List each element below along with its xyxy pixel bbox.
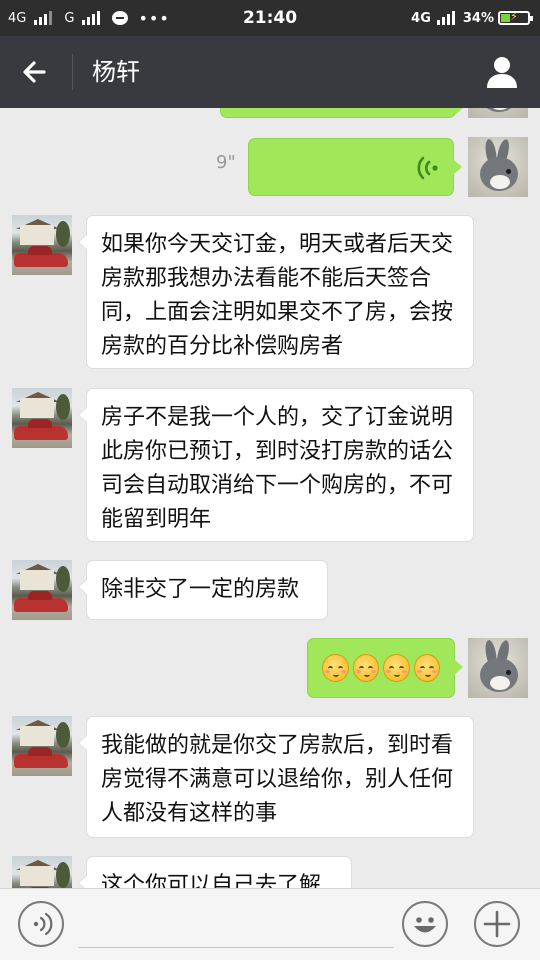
- person-icon: [487, 57, 517, 88]
- message-text: 房子不是我一个人的，交了订金说明此房你已预订，到时没打房款的话公司会自动取消给下…: [101, 405, 454, 532]
- profile-button[interactable]: [480, 50, 524, 94]
- blushing-face-icon: [413, 654, 440, 682]
- message-bubble-received[interactable]: 我能做的就是你交了房款后，到时看房觉得不满意可以退给你，别人任何人都没有这样的事: [78, 716, 474, 838]
- emoji-row: [322, 651, 440, 685]
- blushing-face-icon: [352, 654, 379, 682]
- message-bubble-received[interactable]: 这个你可以自己去了解: [78, 856, 352, 888]
- signal-icon-3: [436, 11, 455, 25]
- contact-avatar[interactable]: [12, 716, 72, 776]
- message-text: 除非交了一定的房款: [101, 577, 300, 602]
- my-avatar[interactable]: [468, 137, 528, 197]
- voice-message-bubble[interactable]: [248, 138, 462, 196]
- contact-avatar[interactable]: [12, 856, 72, 888]
- network-label-right: 4G: [411, 10, 431, 26]
- message-text: 这个你可以自己去了解: [101, 873, 322, 888]
- voice-input-button[interactable]: [18, 901, 64, 947]
- header-divider: [72, 54, 73, 90]
- my-avatar[interactable]: [468, 108, 528, 118]
- status-right-group: 4G 34% ⚡: [411, 0, 533, 36]
- battery-percent: 34%: [462, 10, 494, 26]
- contact-avatar[interactable]: [12, 388, 72, 448]
- chat-header: 杨轩: [0, 36, 540, 108]
- message-input[interactable]: [78, 903, 394, 948]
- message-bubble-received[interactable]: 房子不是我一个人的，交了订金说明此房你已预订，到时没打房款的话公司会自动取消给下…: [78, 388, 474, 542]
- smiley-icon: [414, 917, 436, 933]
- message-text: 如果你今天交订金，明天或者后天交房款那我想办法看能不能后天签合同，上面会注明如果…: [101, 232, 454, 359]
- voice-wave-icon: [417, 156, 438, 180]
- more-functions-button[interactable]: [474, 901, 520, 947]
- emoji-button[interactable]: [402, 901, 448, 947]
- voice-wave-icon: [33, 912, 53, 936]
- back-button[interactable]: [14, 50, 58, 94]
- message-bubble-sent[interactable]: [220, 108, 464, 118]
- plus-icon: [483, 910, 511, 938]
- contact-avatar[interactable]: [12, 560, 72, 620]
- blushing-face-icon: [322, 654, 349, 682]
- status-bar: 4G G ••• 21:40 4G 34% ⚡: [0, 0, 540, 36]
- input-bar: [0, 888, 540, 960]
- message-text: 我能做的就是你交了房款后，到时看房觉得不满意可以退给你，别人任何人都没有这样的事: [101, 733, 454, 826]
- message-bubble-received[interactable]: 如果你今天交订金，明天或者后天交房款那我想办法看能不能后天签合同，上面会注明如果…: [78, 215, 474, 369]
- message-list[interactable]: 9" 如果你今天交订金，明天或者后天交房款那我想办法看能不能后天签合同，上面会注…: [0, 108, 540, 888]
- voice-duration: 9": [216, 152, 236, 173]
- contact-name: 杨轩: [92, 58, 140, 86]
- emoji-message-bubble[interactable]: [307, 638, 463, 698]
- contact-avatar[interactable]: [12, 215, 72, 275]
- battery-icon: ⚡: [498, 10, 533, 25]
- arrow-left-icon: [23, 61, 46, 83]
- message-bubble-received[interactable]: 除非交了一定的房款: [78, 560, 328, 620]
- my-avatar[interactable]: [468, 638, 528, 698]
- blushing-face-icon: [383, 654, 410, 682]
